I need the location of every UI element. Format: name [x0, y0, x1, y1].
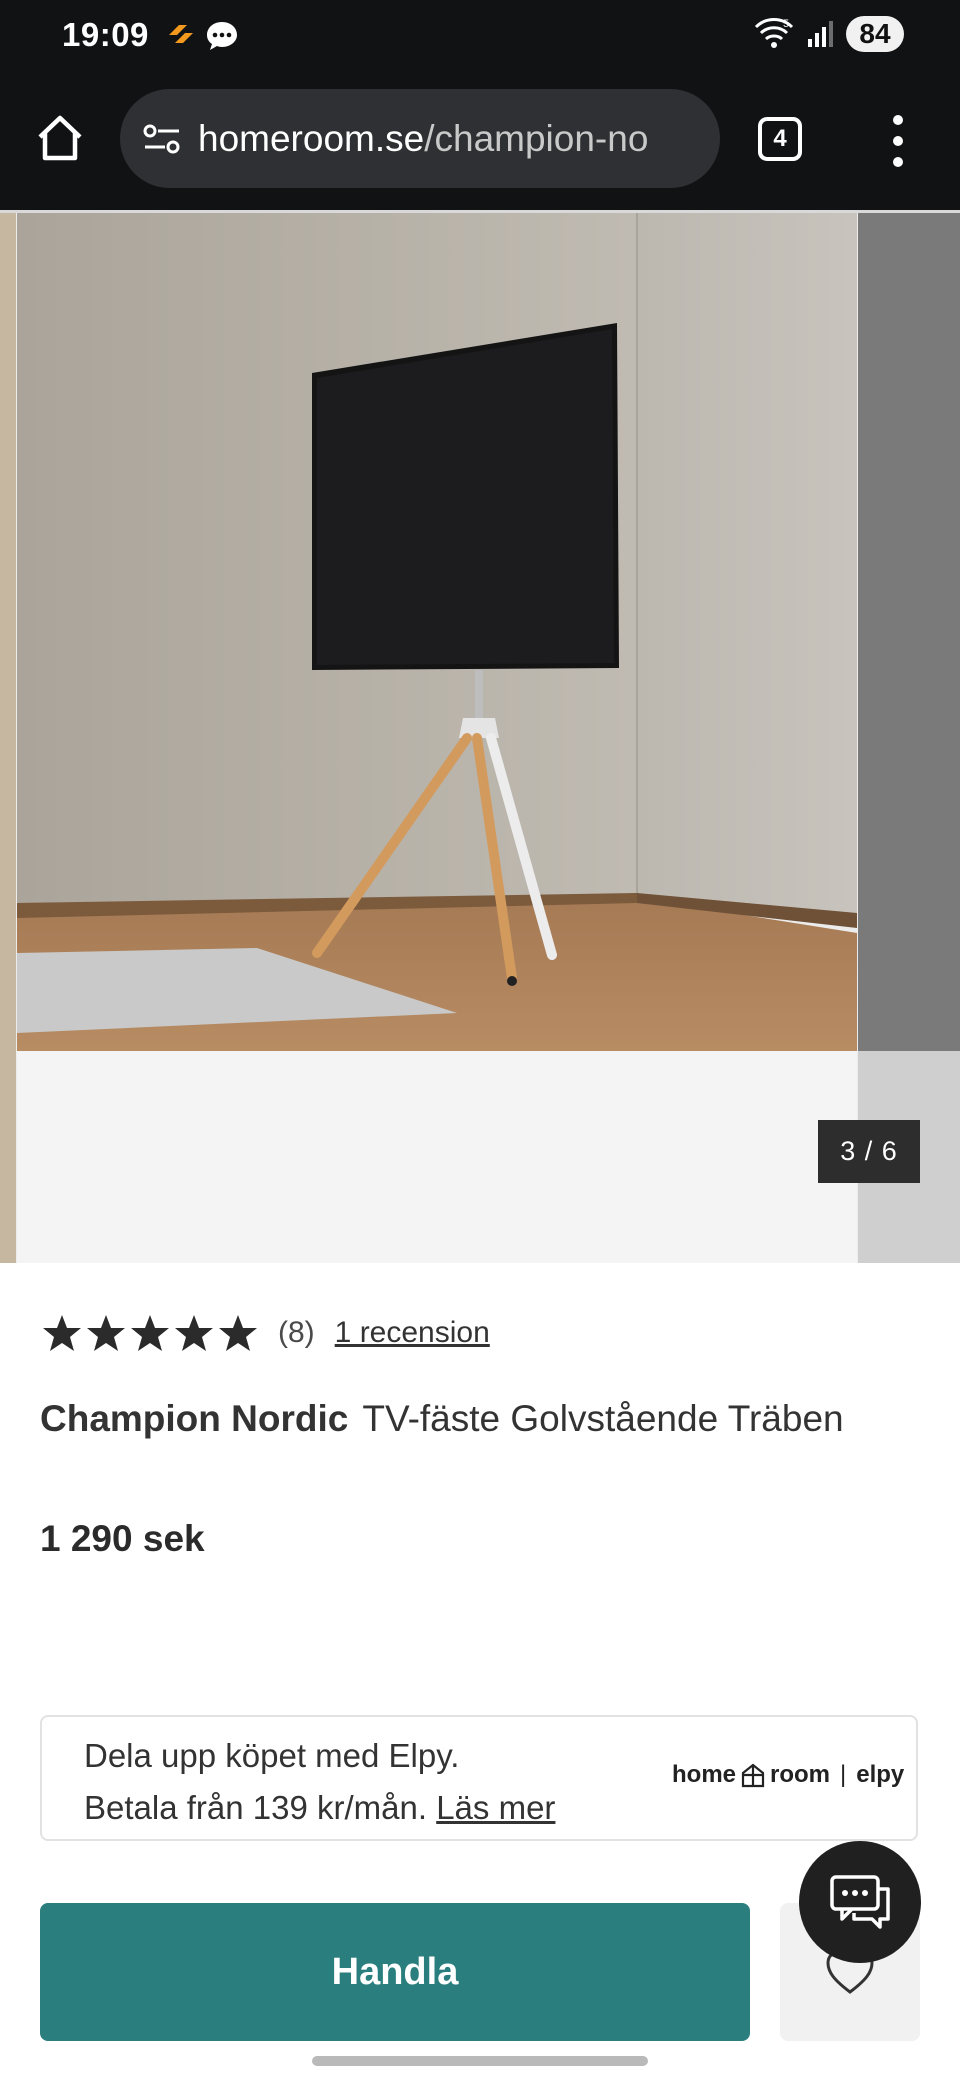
product-name: TV-fäste Golvstående Träben [362, 1398, 844, 1439]
app-notification-icon [169, 25, 193, 43]
star-icon [131, 1315, 169, 1351]
product-brand[interactable]: Champion Nordic [40, 1398, 348, 1439]
installment-price-text: Betala från 139 kr/mån. Läs mer [84, 1789, 555, 1827]
menu-dot-icon [893, 136, 903, 146]
tab-switcher-button[interactable]: 4 [758, 117, 802, 161]
installment-text: Dela upp köpet med Elpy. [84, 1737, 460, 1774]
read-more-link[interactable]: Läs mer [436, 1789, 555, 1826]
product-gallery[interactable]: 3 / 6 [0, 213, 960, 1263]
previous-image-peek[interactable] [0, 213, 16, 1263]
star-icon [175, 1315, 213, 1351]
product-image[interactable] [17, 213, 857, 1051]
logo-home-text: home [672, 1761, 737, 1788]
rating-stars [42, 1313, 258, 1353]
url-host: homeroom.se [198, 117, 425, 159]
product-title: Champion Nordic TV-fäste Golvstående Träb… [40, 1393, 860, 1445]
star-icon [43, 1315, 81, 1351]
wifi-icon: 5 [754, 18, 794, 48]
svg-text:5: 5 [783, 18, 789, 30]
notification-icons [165, 20, 239, 52]
buy-button[interactable]: Handla [40, 1903, 750, 2041]
browser-toolbar: homeroom.se/champion-no 4 [0, 75, 960, 213]
logo-room-text: room [770, 1761, 831, 1788]
installment-banner: Dela upp köpet med Elpy. Betala från 139… [40, 1715, 918, 1841]
star-icon [87, 1315, 125, 1351]
logo-separator: | [840, 1761, 847, 1788]
signal-icon [808, 21, 833, 47]
reviews-link[interactable]: 1 recension [335, 1316, 490, 1350]
image-counter: 3 / 6 [818, 1120, 920, 1183]
home-button[interactable] [30, 108, 90, 168]
chat-button[interactable] [799, 1841, 921, 1963]
url-path: /champion-no [424, 117, 649, 159]
gesture-navigation-bar[interactable] [312, 2056, 648, 2066]
homeroom-elpy-logo: home room | elpy [672, 1761, 904, 1789]
menu-dot-icon [893, 157, 903, 167]
url-bar[interactable]: homeroom.se/champion-no [120, 89, 720, 188]
chat-icon [830, 1875, 890, 1929]
house-logo-icon [741, 1763, 765, 1788]
message-icon [207, 22, 237, 50]
browser-menu-button[interactable] [878, 111, 918, 171]
battery-indicator: 84 [846, 16, 904, 52]
product-price: 1 290 sek [40, 1518, 205, 1559]
system-icons: 5 84 [754, 16, 904, 52]
status-bar: 19:09 5 84 [0, 0, 960, 75]
menu-dot-icon [893, 115, 903, 125]
installment-price: Betala från 139 kr/mån. [84, 1789, 428, 1826]
status-time: 19:09 [62, 16, 149, 53]
url-text: homeroom.se/champion-no [198, 118, 648, 160]
star-icon [219, 1315, 257, 1351]
image-background [17, 1051, 857, 1263]
home-icon [38, 115, 82, 161]
review-count: (8) [278, 1316, 315, 1349]
site-settings-icon[interactable] [140, 117, 184, 161]
logo-elpy-text: elpy [856, 1761, 905, 1788]
rating-row: (8) 1 recension [42, 1313, 490, 1353]
